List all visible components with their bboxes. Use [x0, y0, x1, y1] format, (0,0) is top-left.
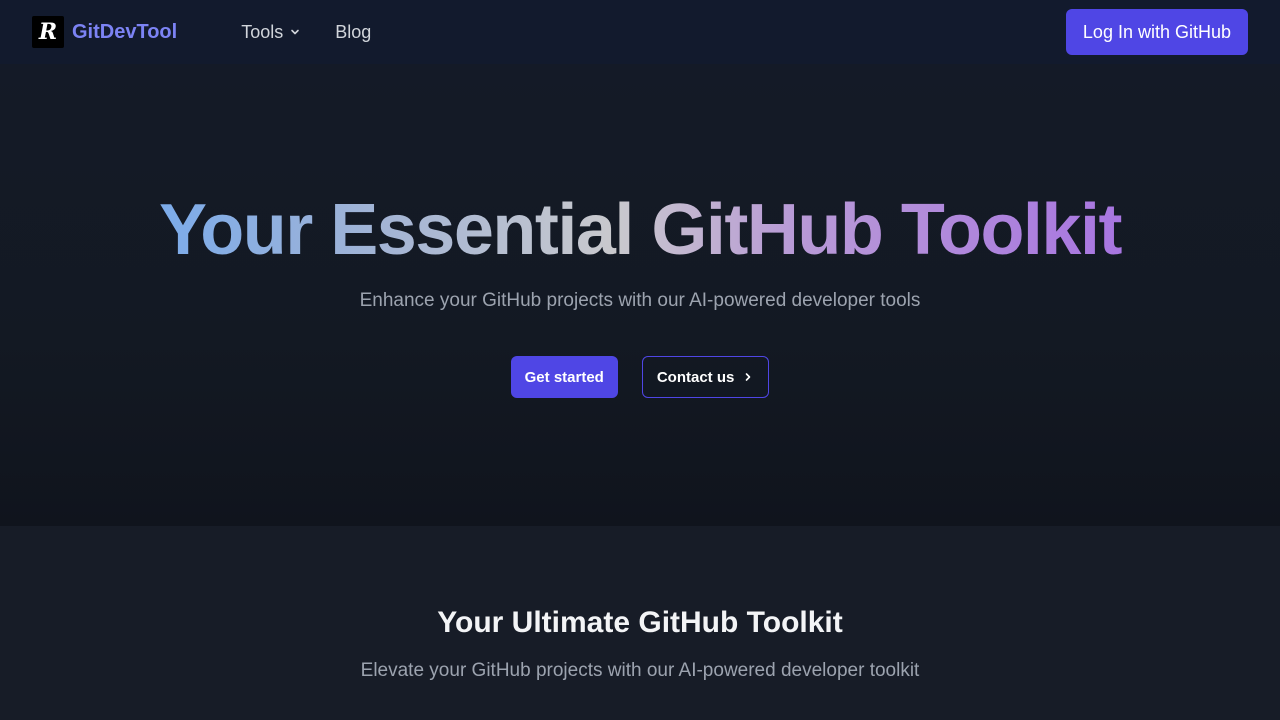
login-github-button[interactable]: Log In with GitHub: [1065, 9, 1248, 55]
nav-item-tools[interactable]: Tools: [241, 22, 301, 43]
section-subtitle: Elevate your GitHub projects with our AI…: [360, 660, 920, 681]
get-started-button[interactable]: Get started: [510, 356, 618, 398]
chevron-down-icon: [291, 29, 300, 35]
nav-item-blog-label: Blog: [335, 21, 372, 42]
contact-us-button[interactable]: Contact us: [641, 356, 770, 398]
brand-logo-link[interactable]: R GitDevTool: [32, 16, 177, 48]
section-title: Your Ultimate GitHub Toolkit: [437, 606, 843, 639]
hero-actions: Get started Contact us: [0, 356, 1280, 398]
nav-item-tools-label: Tools: [241, 21, 284, 42]
contact-us-label: Contact us: [656, 368, 735, 386]
hero-title: Your Essential GitHub Toolkit: [0, 190, 1280, 270]
top-navbar: R GitDevTool Tools Blog Log In with GitH…: [0, 0, 1280, 64]
toolkit-section: Your Ultimate GitHub Toolkit Elevate you…: [0, 526, 1280, 720]
chevron-right-icon: [746, 373, 751, 381]
main-nav: Tools Blog: [241, 22, 371, 43]
hero-subtitle: Enhance your GitHub projects with our AI…: [359, 290, 921, 311]
nav-item-blog[interactable]: Blog: [335, 22, 371, 43]
hero-section: Your Essential GitHub Toolkit Enhance yo…: [0, 64, 1280, 526]
brand-name: GitDevTool: [72, 20, 178, 43]
brand-logo-icon: R: [32, 16, 64, 48]
